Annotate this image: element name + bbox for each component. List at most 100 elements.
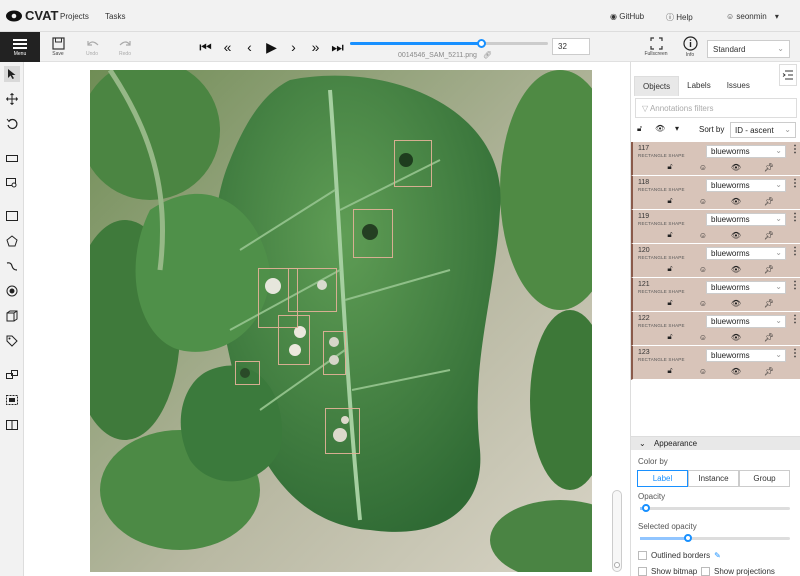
bbox-annotation[interactable]	[235, 361, 260, 385]
object-item[interactable]: 122 RECTANGLE SHAPE blueworms ⌄ ⋮ 🔓︎ ☺ 👁︎…	[631, 312, 800, 346]
checkbox-box[interactable]	[638, 567, 647, 576]
bbox-annotation[interactable]	[325, 408, 360, 454]
play-icon[interactable]: ▶	[262, 38, 281, 56]
object-label-select[interactable]: blueworms ⌄	[706, 247, 786, 260]
outlined-borders-checkbox[interactable]: Outlined borders ✎	[638, 551, 721, 560]
object-item[interactable]: 123 RECTANGLE SHAPE blueworms ⌄ ⋮ 🔓︎ ☺ 👁︎…	[631, 346, 800, 380]
next-step-icon[interactable]: »	[306, 38, 325, 56]
object-label-select[interactable]: blueworms ⌄	[706, 349, 786, 362]
visibility-eye-icon[interactable]: 👁︎	[731, 298, 741, 308]
occluded-icon[interactable]: ☺	[698, 162, 708, 172]
lock-icon[interactable]: 🔓︎	[665, 230, 675, 240]
more-options-icon[interactable]: ⋮	[790, 247, 800, 257]
show-bitmap-checkbox[interactable]: Show bitmap	[638, 567, 697, 576]
object-item[interactable]: 119 RECTANGLE SHAPE blueworms ⌄ ⋮ 🔓︎ ☺ 👁︎…	[631, 210, 800, 244]
points-tool[interactable]	[4, 283, 20, 299]
pin-icon[interactable]: 📌︎	[764, 196, 774, 206]
annotation-image[interactable]	[90, 70, 592, 572]
nav-tasks[interactable]: Tasks	[105, 12, 125, 21]
checkbox-box[interactable]	[701, 567, 710, 576]
info-button[interactable]: Info	[680, 36, 700, 58]
tab-labels[interactable]: Labels	[679, 76, 719, 96]
visibility-eye-icon[interactable]: 👁︎	[731, 264, 741, 274]
selected-opacity-slider-handle[interactable]	[684, 534, 692, 542]
lock-icon[interactable]: 🔓︎	[665, 332, 675, 342]
object-label-select[interactable]: blueworms ⌄	[706, 145, 786, 158]
lock-all-icon[interactable]: 🔓︎	[637, 124, 642, 134]
pin-icon[interactable]: 📌︎	[764, 162, 774, 172]
appearance-header[interactable]: ⌄ Appearance	[631, 436, 800, 450]
next-frame-icon[interactable]: ›	[284, 38, 303, 56]
color-by-group-option[interactable]: Group	[739, 470, 790, 487]
object-item[interactable]: 117 RECTANGLE SHAPE blueworms ⌄ ⋮ 🔓︎ ☺ 👁︎…	[631, 142, 800, 176]
tag-tool[interactable]	[4, 333, 20, 349]
selected-opacity-slider[interactable]	[640, 534, 790, 542]
fit-tool[interactable]	[4, 150, 20, 166]
occluded-icon[interactable]: ☺	[698, 366, 708, 376]
more-options-icon[interactable]: ⋮	[790, 281, 800, 291]
bbox-annotation[interactable]	[278, 315, 310, 365]
polygon-tool[interactable]	[4, 233, 20, 249]
caret-down-icon[interactable]: ▾	[675, 124, 679, 133]
more-options-icon[interactable]: ⋮	[790, 213, 800, 223]
color-by-instance-option[interactable]: Instance	[688, 470, 739, 487]
bbox-annotation[interactable]	[353, 209, 393, 258]
bbox-annotation[interactable]	[323, 331, 346, 375]
workspace-select[interactable]: Standard ⌄	[707, 40, 790, 58]
lock-icon[interactable]: 🔓︎	[665, 264, 675, 274]
object-label-select[interactable]: blueworms ⌄	[706, 179, 786, 192]
zoom-slider-handle[interactable]	[614, 562, 620, 568]
more-options-icon[interactable]: ⋮	[790, 179, 800, 189]
cuboid-tool[interactable]	[4, 308, 20, 324]
group-tool[interactable]	[4, 392, 20, 408]
polyline-tool[interactable]	[4, 258, 20, 274]
more-options-icon[interactable]: ⋮	[790, 315, 800, 325]
visibility-eye-icon[interactable]: 👁︎	[731, 230, 741, 240]
pin-icon[interactable]: 📌︎	[764, 298, 774, 308]
object-item[interactable]: 120 RECTANGLE SHAPE blueworms ⌄ ⋮ 🔓︎ ☺ 👁︎…	[631, 244, 800, 278]
menu-button[interactable]: Menu	[0, 32, 40, 62]
visibility-eye-icon[interactable]: 👁︎	[731, 196, 741, 206]
split-tool[interactable]	[4, 417, 20, 433]
lock-icon[interactable]: 🔓︎	[665, 196, 675, 206]
lock-icon[interactable]: 🔓︎	[665, 298, 675, 308]
checkbox-box[interactable]	[638, 551, 647, 560]
pin-icon[interactable]: 📌︎	[764, 264, 774, 274]
object-label-select[interactable]: blueworms ⌄	[706, 315, 786, 328]
object-label-select[interactable]: blueworms ⌄	[706, 281, 786, 294]
last-frame-icon[interactable]: ⏭	[328, 38, 347, 56]
occluded-icon[interactable]: ☺	[698, 196, 708, 206]
more-options-icon[interactable]: ⋮	[790, 349, 800, 359]
frame-number-input[interactable]: 32	[552, 38, 590, 55]
link-icon[interactable]: 🔗︎	[483, 52, 492, 59]
prev-frame-icon[interactable]: ‹	[240, 38, 259, 56]
redo-button[interactable]: Redo	[116, 37, 134, 57]
frame-slider-handle[interactable]	[477, 39, 486, 48]
fullscreen-button[interactable]: Fullscreen	[644, 37, 668, 57]
opacity-slider[interactable]	[640, 504, 790, 512]
visibility-eye-icon[interactable]: 👁︎	[731, 366, 741, 376]
tab-issues[interactable]: Issues	[719, 76, 758, 96]
first-frame-icon[interactable]: ⏮	[196, 38, 215, 56]
zoom-region-tool[interactable]	[4, 175, 20, 191]
annotations-filter-input[interactable]: ▽ Annotations filters	[635, 98, 797, 118]
object-item[interactable]: 121 RECTANGLE SHAPE blueworms ⌄ ⋮ 🔓︎ ☺ 👁︎…	[631, 278, 800, 312]
pin-icon[interactable]: 📌︎	[764, 366, 774, 376]
occluded-icon[interactable]: ☺	[698, 298, 708, 308]
cvat-logo[interactable]: CVAT	[6, 8, 58, 23]
bbox-annotation[interactable]	[394, 140, 432, 187]
occluded-icon[interactable]: ☺	[698, 332, 708, 342]
lock-icon[interactable]: 🔓︎	[665, 162, 675, 172]
prev-step-icon[interactable]: «	[218, 38, 237, 56]
rotate-tool[interactable]	[4, 116, 20, 132]
nav-projects[interactable]: Projects	[60, 12, 89, 21]
lock-icon[interactable]: 🔓︎	[665, 366, 675, 376]
visibility-eye-icon[interactable]: 👁︎	[731, 162, 741, 172]
pin-icon[interactable]: 📌︎	[764, 332, 774, 342]
rectangle-tool[interactable]	[4, 208, 20, 224]
show-projections-checkbox[interactable]: Show projections	[701, 567, 775, 576]
sort-select[interactable]: ID - ascent ⌄	[730, 122, 796, 138]
eye-all-icon[interactable]: 👁︎	[655, 124, 665, 133]
pin-icon[interactable]: 📌︎	[764, 230, 774, 240]
tab-objects[interactable]: Objects	[634, 76, 680, 96]
